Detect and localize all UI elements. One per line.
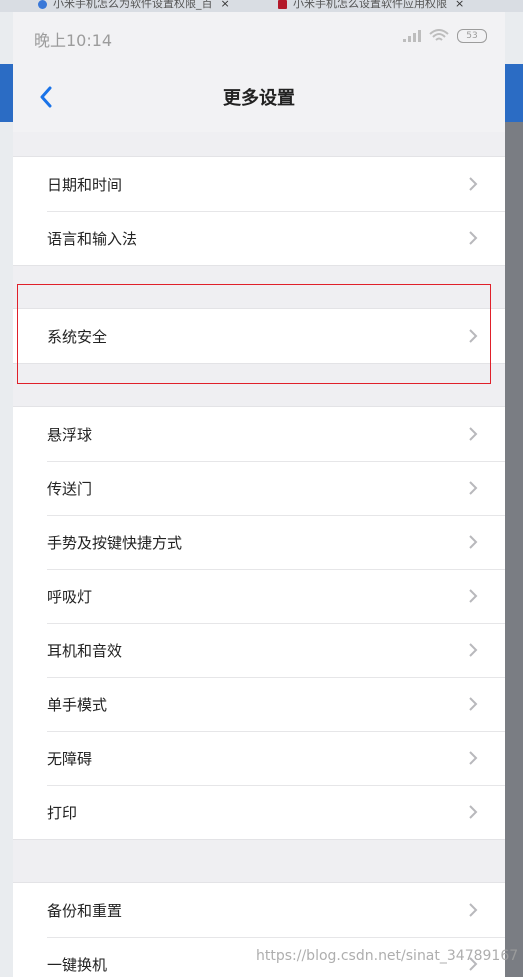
settings-item-label: 无障碍 (47, 749, 93, 768)
settings-group: 悬浮球 传送门 手势及按键快捷方式 呼吸灯 耳机和音效 单手模式 无障碍 打印 (13, 406, 505, 840)
settings-item-breathing-light[interactable]: 呼吸灯 (13, 569, 505, 623)
browser-tab-label: 小米手机怎么设置软件应用权限 (293, 0, 447, 10)
settings-item-label: 手势及按键快捷方式 (47, 533, 183, 552)
background-header (505, 64, 523, 122)
settings-item-label: 打印 (47, 803, 78, 822)
settings-item-date-time[interactable]: 日期和时间 (13, 157, 505, 211)
chevron-right-icon (469, 177, 478, 191)
settings-item-print[interactable]: 打印 (13, 785, 505, 839)
status-bar: 晚上10:14 53 (13, 12, 505, 62)
close-icon[interactable]: × (455, 0, 464, 10)
wifi-icon (429, 29, 449, 41)
site-icon (278, 0, 287, 9)
chevron-right-icon (469, 427, 478, 441)
settings-item-accessibility[interactable]: 无障碍 (13, 731, 505, 785)
browser-tab-label: 小米手机怎么为软件设置权限_百 (53, 0, 213, 10)
settings-item-portal[interactable]: 传送门 (13, 461, 505, 515)
chevron-right-icon (469, 903, 478, 917)
background-page-right (505, 12, 523, 977)
background-header (0, 64, 13, 122)
settings-item-system-security[interactable]: 系统安全 (13, 309, 505, 363)
settings-item-one-handed[interactable]: 单手模式 (13, 677, 505, 731)
settings-item-language-input[interactable]: 语言和输入法 (13, 211, 505, 265)
settings-group: 日期和时间 语言和输入法 (13, 156, 505, 266)
title-bar: 更多设置 (13, 62, 505, 132)
settings-item-label: 系统安全 (47, 327, 108, 346)
chevron-right-icon (469, 535, 478, 549)
settings-item-label: 语言和输入法 (47, 229, 138, 248)
settings-item-headphones-audio[interactable]: 耳机和音效 (13, 623, 505, 677)
baidu-icon (38, 0, 47, 9)
browser-tab[interactable]: 小米手机怎么设置软件应用权限 × (278, 0, 464, 10)
watermark: https://blog.csdn.net/sinat_34789167 (256, 948, 519, 964)
settings-item-label: 备份和重置 (47, 901, 123, 920)
chevron-right-icon (469, 329, 478, 343)
status-icons: 53 (403, 29, 487, 43)
settings-item-label: 单手模式 (47, 695, 108, 714)
chevron-right-icon (469, 643, 478, 657)
section-gap (13, 840, 505, 882)
settings-item-label: 呼吸灯 (47, 587, 93, 606)
settings-item-label: 悬浮球 (47, 425, 93, 444)
chevron-right-icon (469, 231, 478, 245)
settings-item-label: 一键换机 (47, 955, 108, 974)
background-overlay (505, 122, 523, 977)
settings-item-label: 耳机和音效 (47, 641, 123, 660)
section-gap (13, 266, 505, 308)
chevron-right-icon (469, 481, 478, 495)
signal-icon (403, 30, 421, 42)
section-gap (13, 132, 505, 156)
chevron-right-icon (469, 805, 478, 819)
status-time: 晚上10:14 (34, 31, 113, 50)
settings-item-label: 日期和时间 (47, 175, 123, 194)
section-gap (13, 364, 505, 406)
settings-item-gesture-shortcuts[interactable]: 手势及按键快捷方式 (13, 515, 505, 569)
settings-group: 系统安全 (13, 308, 505, 364)
browser-tab-strip: 小米手机怎么为软件设置权限_百 × 小米手机怎么设置软件应用权限 × (0, 0, 523, 12)
browser-tab[interactable]: 小米手机怎么为软件设置权限_百 × (38, 0, 230, 10)
settings-item-floating-ball[interactable]: 悬浮球 (13, 407, 505, 461)
settings-item-label: 传送门 (47, 479, 93, 498)
battery-level: 53 (466, 31, 478, 41)
background-page-left (0, 12, 13, 977)
battery-icon: 53 (457, 29, 487, 43)
settings-item-backup-reset[interactable]: 备份和重置 (13, 883, 505, 937)
chevron-right-icon (469, 697, 478, 711)
close-icon[interactable]: × (221, 0, 230, 10)
page-title: 更多设置 (223, 88, 295, 109)
chevron-right-icon (469, 589, 478, 603)
phone-screen: 晚上10:14 53 更多设置 日期和时间 语言和输入法 系统安全 悬浮球 传送… (13, 12, 505, 977)
chevron-right-icon (469, 751, 478, 765)
